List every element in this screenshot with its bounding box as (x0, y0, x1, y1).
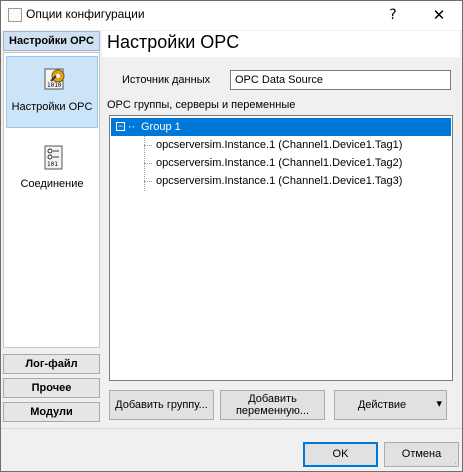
config-options-dialog: Опции конфигурации ? ✕ Настройки OPC 101… (0, 0, 463, 472)
connection-icon: 101 (42, 144, 66, 172)
sidebar-item-opc-settings[interactable]: 1010 Настройки OPC (6, 56, 98, 128)
data-source-label: Источник данных (122, 74, 211, 86)
add-variable-label: переменную... (235, 405, 310, 417)
tree-variable-node[interactable]: opcserversim.Instance.1 (Channel1.Device… (111, 136, 451, 154)
window-title: Опции конфигурации (26, 7, 145, 21)
tree-variable-node[interactable]: opcserversim.Instance.1 (Channel1.Device… (111, 154, 451, 172)
tree-node-label: opcserversim.Instance.1 (Channel1.Device… (156, 139, 403, 151)
resize-grip-icon[interactable]: ⋰ (451, 459, 460, 469)
tree-group-node[interactable]: − ·· Group 1 (111, 118, 451, 136)
cancel-button[interactable]: Отмена (384, 442, 459, 467)
page-header: Настройки OPC (102, 31, 460, 57)
sidebar-panel: 1010 Настройки OPC 101 Соединение (3, 52, 100, 348)
add-group-button[interactable]: Добавить группу... (109, 390, 214, 420)
svg-text:1010: 1010 (47, 82, 62, 89)
action-button[interactable]: Действие ▾ (334, 390, 447, 420)
action-label: Действие (357, 399, 407, 411)
opc-settings-icon: 1010 (43, 67, 67, 91)
tree-variable-node[interactable]: opcserversim.Instance.1 (Channel1.Device… (111, 172, 451, 190)
title-bar: Опции конфигурации ? ✕ (1, 1, 462, 30)
ok-button[interactable]: OK (303, 442, 378, 467)
other-button[interactable]: Прочее (3, 378, 100, 398)
add-variable-label: Добавить (248, 393, 297, 405)
svg-text:101: 101 (47, 161, 58, 168)
sidebar-item-label: Соединение (20, 178, 84, 190)
tree-node-label: opcserversim.Instance.1 (Channel1.Device… (156, 175, 403, 187)
opc-tree[interactable]: − ·· Group 1 opcserversim.Instance.1 (Ch… (109, 115, 453, 381)
close-button[interactable]: ✕ (416, 1, 462, 30)
sidebar-header[interactable]: Настройки OPC (3, 31, 100, 51)
tree-connector-icon: ·· (128, 121, 136, 133)
add-group-label: Добавить группу... (115, 399, 208, 411)
data-source-input[interactable]: OPC Data Source (230, 70, 451, 90)
dialog-footer: OK Отмена ⋰ (1, 428, 462, 471)
page-title: Настройки OPC (107, 32, 240, 52)
window-icon (8, 8, 22, 22)
help-button[interactable]: ? (370, 1, 416, 30)
dropdown-arrow-icon[interactable]: ▾ (436, 398, 442, 410)
collapse-icon[interactable]: − (116, 122, 125, 131)
tree-node-label: opcserversim.Instance.1 (Channel1.Device… (156, 157, 403, 169)
add-variable-button[interactable]: Добавить переменную... (220, 390, 325, 420)
tree-node-label: Group 1 (141, 121, 181, 133)
tree-label: OPC группы, серверы и переменные (107, 99, 296, 111)
opc-settings-panel: Источник данных OPC Data Source OPC груп… (102, 57, 460, 428)
log-file-button[interactable]: Лог-файл (3, 354, 100, 374)
sidebar-item-connection[interactable]: 101 Соединение (6, 138, 98, 210)
sidebar-item-label: Настройки OPC (11, 101, 93, 113)
sidebar: Настройки OPC 1010 Настройки OPC 101 Сое… (1, 30, 103, 428)
modules-button[interactable]: Модули (3, 402, 100, 422)
